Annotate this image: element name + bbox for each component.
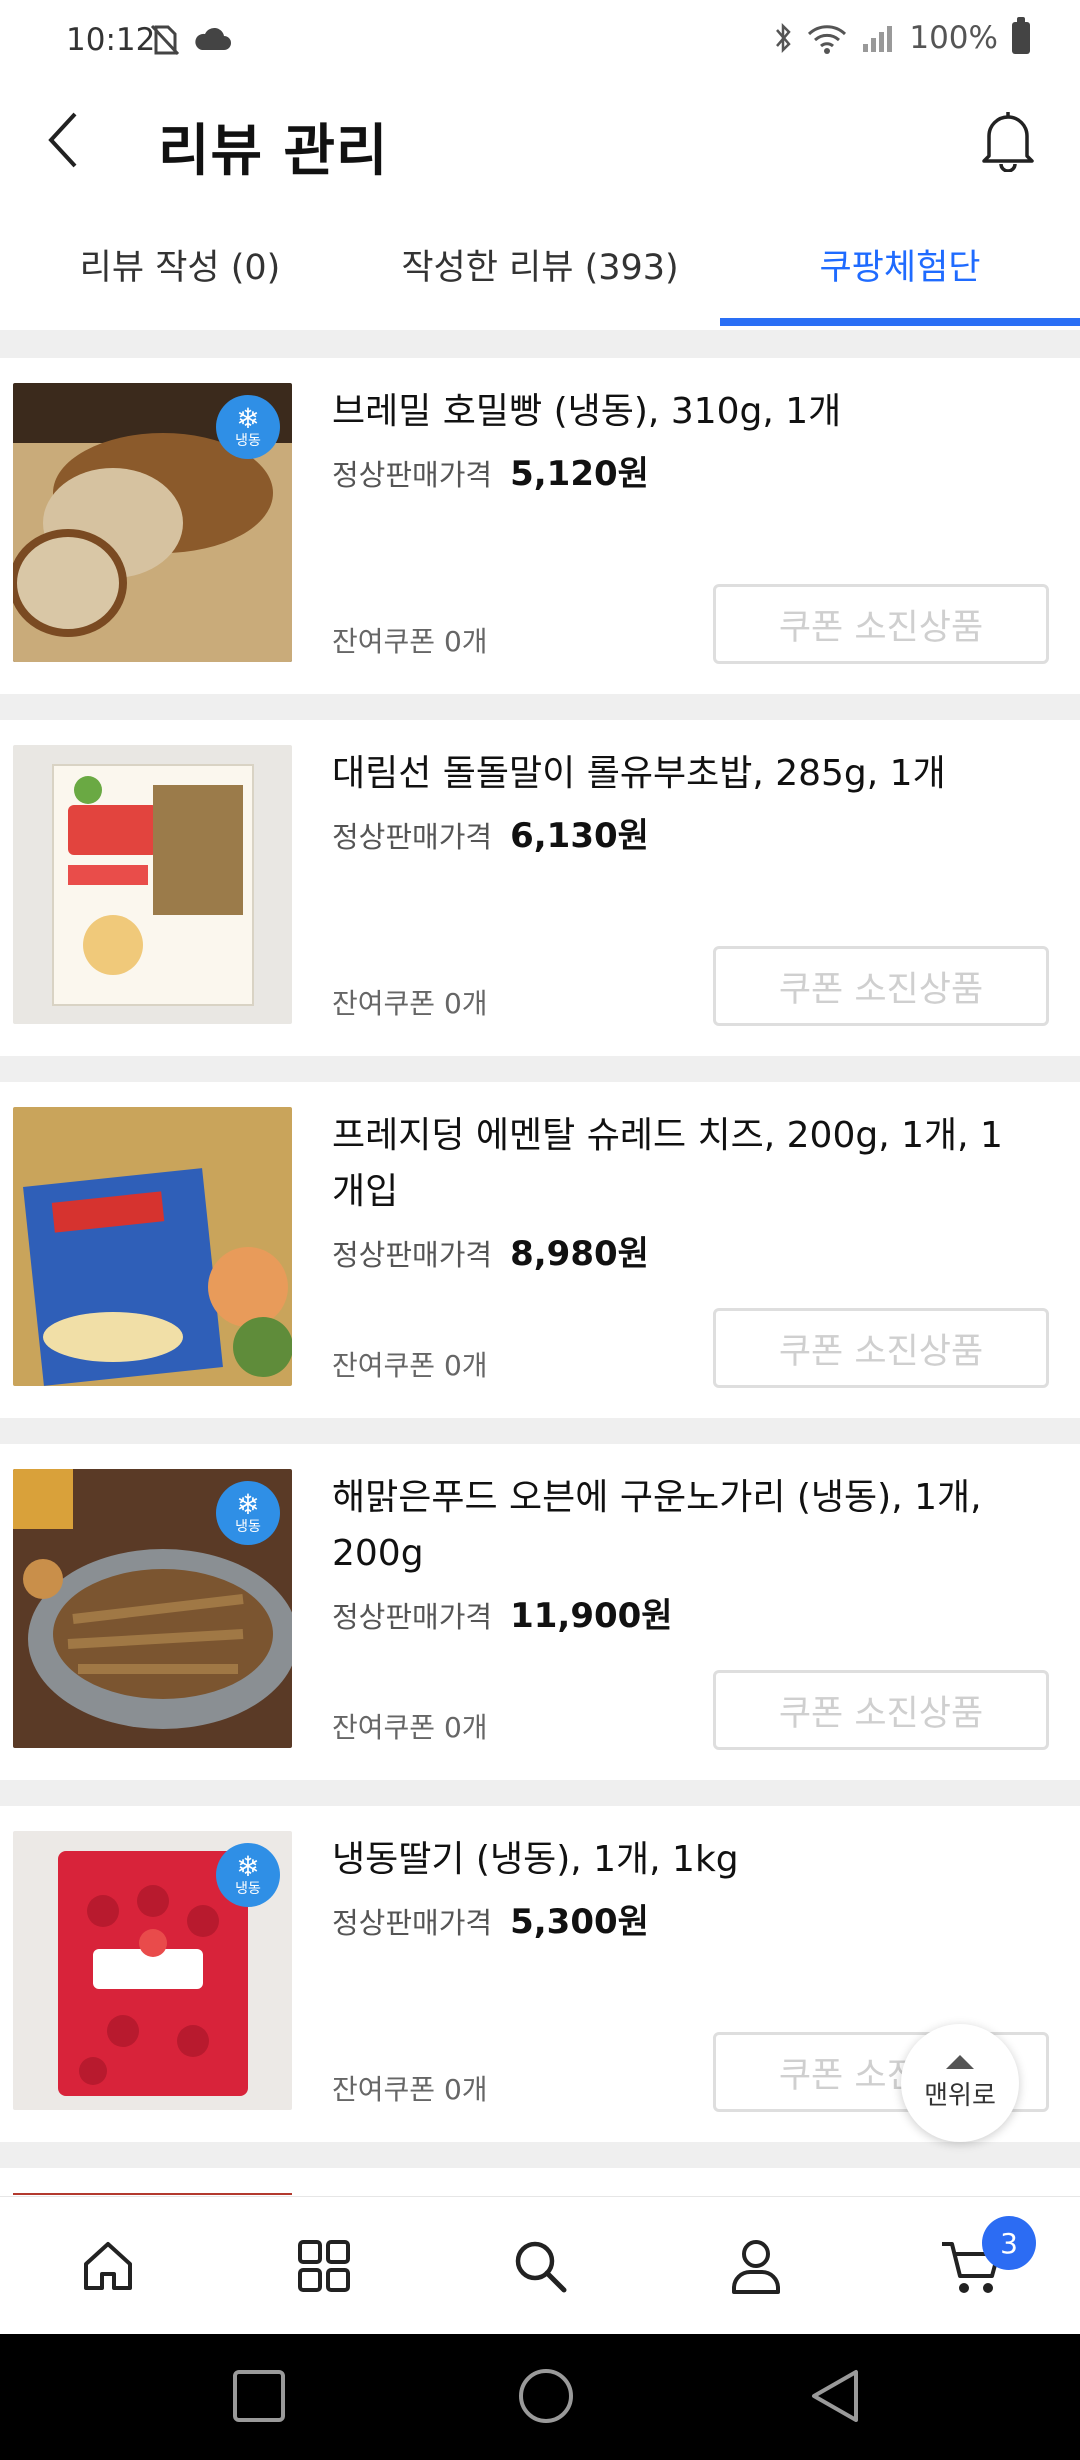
back-system-button[interactable] xyxy=(794,2356,874,2436)
cart-count-badge: 3 xyxy=(982,2216,1036,2270)
frozen-badge: ❄ 냉동 xyxy=(216,1843,280,1907)
scroll-to-top-label: 맨위로 xyxy=(924,2080,996,2111)
system-navigation-bar xyxy=(0,2334,1080,2460)
coupon-soldout-button[interactable]: 쿠폰 소진상품 xyxy=(713,1308,1049,1388)
tab-bar: 리뷰 작성 (0) 작성한 리뷰 (393) 쿠팡체험단 xyxy=(0,200,1080,328)
product-image: ❄ 냉동 xyxy=(13,1831,292,2110)
wifi-icon xyxy=(808,25,847,54)
bluetooth-icon xyxy=(776,22,792,54)
cloud-icon xyxy=(195,27,231,50)
price-row: 정상판매가격 11,900원 xyxy=(332,1588,673,1637)
nav-categories[interactable] xyxy=(264,2197,384,2335)
circle-icon xyxy=(519,2369,573,2423)
price-label: 정상판매가격 xyxy=(332,1906,493,1940)
status-right: 100% xyxy=(773,17,1030,56)
recent-apps-button[interactable] xyxy=(219,2356,299,2436)
remaining-coupons: 잔여쿠폰 0개 xyxy=(332,1349,488,1382)
grid-icon xyxy=(298,2240,350,2292)
list-item[interactable]: 프레지덩 에멘탈 슈레드 치즈, 200g, 1개, 1개입 정상판매가격 8,9… xyxy=(0,1082,1080,1418)
price-row: 정상판매가격 6,130원 xyxy=(332,808,649,857)
product-image: ❄ 냉동 xyxy=(13,1469,292,1748)
signal-icon xyxy=(863,26,893,52)
product-title[interactable]: 브레밀 호밀빵 (냉동), 310g, 1개 xyxy=(332,384,1032,440)
chevron-left-icon xyxy=(48,112,77,168)
frozen-badge: ❄ 냉동 xyxy=(216,395,280,459)
product-title[interactable]: 해맑은푸드 오븐에 구운노가리 (냉동), 1개, 200g xyxy=(332,1470,1032,1582)
price-label: 정상판매가격 xyxy=(332,1600,493,1634)
list-item[interactable] xyxy=(0,2168,1080,2195)
nav-home[interactable] xyxy=(48,2197,168,2335)
price-value: 8,980원 xyxy=(510,1234,649,1274)
search-icon xyxy=(515,2241,567,2293)
price-value: 5,120원 xyxy=(510,454,649,494)
status-left-icons xyxy=(150,22,232,58)
back-button[interactable] xyxy=(28,102,98,178)
square-icon xyxy=(233,2370,285,2422)
tab-coupang-experience[interactable]: 쿠팡체험단 xyxy=(720,200,1080,328)
price-value: 11,900원 xyxy=(510,1596,673,1636)
remaining-coupons: 잔여쿠폰 0개 xyxy=(332,2073,488,2106)
snowflake-icon: ❄ xyxy=(236,1488,260,1521)
snowflake-icon: ❄ xyxy=(236,402,260,435)
triangle-back-icon xyxy=(812,2370,858,2422)
notification-button[interactable] xyxy=(972,104,1044,176)
nav-search[interactable] xyxy=(480,2197,600,2335)
product-list[interactable]: ❄ 냉동 브레밀 호밀빵 (냉동), 310g, 1개 정상판매가격 5,120원… xyxy=(0,330,1080,2195)
no-sim-icon xyxy=(150,24,180,56)
coupon-soldout-button[interactable]: 쿠폰 소진상품 xyxy=(713,1670,1049,1750)
emmental-cheese-pack-image xyxy=(13,1107,292,1386)
coupon-soldout-button[interactable]: 쿠폰 소진상품 xyxy=(713,946,1049,1026)
rolled-inari-pack-image xyxy=(13,745,292,1024)
nav-my-account[interactable] xyxy=(696,2197,816,2335)
bottom-nav xyxy=(0,2196,1080,2335)
product-image xyxy=(13,745,292,1024)
price-label: 정상판매가격 xyxy=(332,820,493,854)
price-label: 정상판매가격 xyxy=(332,458,493,492)
status-bar: 10:12 100% xyxy=(0,0,1080,80)
frozen-badge: ❄ 냉동 xyxy=(216,1481,280,1545)
battery-percent: 100% xyxy=(909,20,998,56)
battery-icon xyxy=(1012,17,1030,54)
product-title[interactable]: 대림선 돌돌말이 롤유부초밥, 285g, 1개 xyxy=(332,746,1032,802)
arrow-up-icon xyxy=(946,2054,974,2069)
remaining-coupons: 잔여쿠폰 0개 xyxy=(332,1711,488,1744)
product-title[interactable]: 냉동딸기 (냉동), 1개, 1kg xyxy=(332,1832,1032,1888)
product-title[interactable]: 프레지덩 에멘탈 슈레드 치즈, 200g, 1개, 1개입 xyxy=(332,1108,1032,1220)
status-time: 10:12 xyxy=(66,22,156,58)
product-image: ❄ 냉동 xyxy=(13,383,292,662)
remaining-coupons: 잔여쿠폰 0개 xyxy=(332,625,488,658)
product-image xyxy=(13,1107,292,1386)
coupon-soldout-button[interactable]: 쿠폰 소진상품 xyxy=(713,584,1049,664)
price-value: 6,130원 xyxy=(510,816,649,856)
tab-write-review[interactable]: 리뷰 작성 (0) xyxy=(40,200,320,328)
remaining-coupons: 잔여쿠폰 0개 xyxy=(332,987,488,1020)
price-row: 정상판매가격 5,120원 xyxy=(332,446,649,495)
list-item[interactable]: 대림선 돌돌말이 롤유부초밥, 285g, 1개 정상판매가격 6,130원 잔여… xyxy=(0,720,1080,1056)
home-icon xyxy=(84,2242,132,2290)
scroll-to-top-button[interactable]: 맨위로 xyxy=(901,2024,1019,2142)
list-item[interactable]: ❄ 냉동 브레밀 호밀빵 (냉동), 310g, 1개 정상판매가격 5,120원… xyxy=(0,358,1080,694)
snowflake-icon: ❄ xyxy=(236,1850,260,1883)
user-icon xyxy=(732,2240,780,2294)
product-image xyxy=(13,2193,292,2195)
tab-written-reviews[interactable]: 작성한 리뷰 (393) xyxy=(360,200,720,328)
price-label: 정상판매가격 xyxy=(332,1238,493,1272)
page-title: 리뷰 관리 xyxy=(158,119,389,184)
list-item[interactable]: ❄ 냉동 해맑은푸드 오븐에 구운노가리 (냉동), 1개, 200g 정상판매… xyxy=(0,1444,1080,1780)
price-row: 정상판매가격 8,980원 xyxy=(332,1226,649,1275)
price-row: 정상판매가격 5,300원 xyxy=(332,1894,649,1943)
price-value: 5,300원 xyxy=(510,1902,649,1942)
app-header: 리뷰 관리 xyxy=(0,80,1080,200)
home-system-button[interactable] xyxy=(506,2356,586,2436)
active-tab-indicator xyxy=(720,318,1080,326)
bell-icon xyxy=(982,112,1034,172)
